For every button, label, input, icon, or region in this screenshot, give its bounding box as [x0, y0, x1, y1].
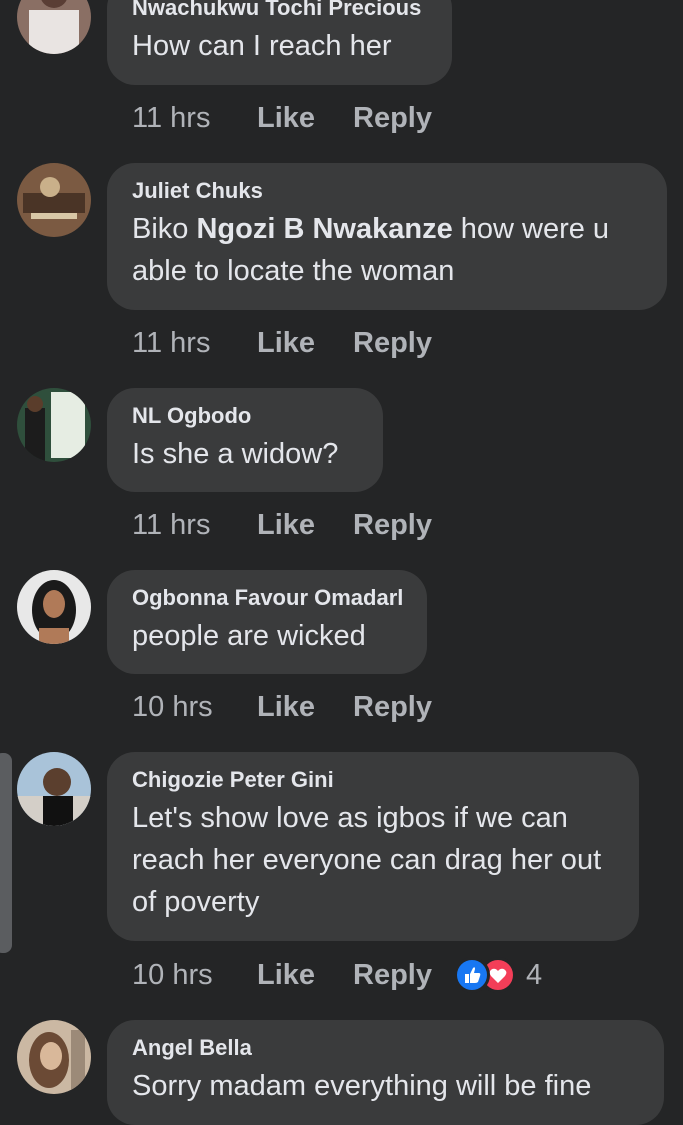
avatar[interactable] — [17, 388, 91, 462]
comment-thread: Nwachukwu Tochi Precious How can I reach… — [0, 0, 683, 1125]
avatar[interactable] — [17, 752, 91, 826]
comment-author[interactable]: NL Ogbodo — [132, 403, 357, 429]
comment-text: Is she a widow? — [132, 438, 339, 470]
comment-text: Let's show love as igbos if we can reach… — [132, 802, 602, 918]
comment-bubble: Nwachukwu Tochi Precious How can I reach… — [107, 0, 452, 85]
comment-author[interactable]: Ogbonna Favour Omadarl — [132, 585, 403, 611]
comment-bubble: NL Ogbodo Is she a widow? — [107, 388, 383, 492]
comment-text: How can I reach her — [132, 30, 392, 62]
reply-button[interactable]: Reply — [353, 102, 432, 135]
comment-author[interactable]: Angel Bella — [132, 1035, 638, 1061]
like-button[interactable]: Like — [257, 327, 353, 360]
reply-button[interactable]: Reply — [353, 327, 432, 360]
comment-bubble: Chigozie Peter Gini Let's show love as i… — [107, 752, 639, 941]
comment-timestamp[interactable]: 11 hrs — [132, 509, 257, 542]
comment-actions: 11 hrs Like Reply — [132, 323, 432, 363]
like-button[interactable]: Like — [257, 102, 353, 135]
comment-bubble: Ogbonna Favour Omadarl people are wicked — [107, 570, 427, 674]
reply-button[interactable]: Reply — [353, 509, 432, 542]
comment-actions: 10 hrs Like Reply — [132, 687, 432, 727]
comment-actions: 11 hrs Like Reply — [132, 505, 432, 545]
comment-actions: 10 hrs Like Reply 4 — [132, 955, 542, 995]
comment-timestamp[interactable]: 11 hrs — [132, 102, 257, 135]
avatar[interactable] — [17, 570, 91, 644]
comment-actions: 11 hrs Like Reply — [132, 98, 432, 138]
like-button[interactable]: Like — [257, 959, 353, 992]
reaction-summary[interactable]: 4 — [453, 957, 543, 993]
avatar[interactable] — [17, 0, 91, 54]
reply-button[interactable]: Reply — [353, 691, 432, 724]
comment-timestamp[interactable]: 11 hrs — [132, 327, 257, 360]
mention-link[interactable]: Ngozi B Nwakanze — [196, 213, 452, 245]
comment-author[interactable]: Chigozie Peter Gini — [132, 767, 613, 793]
avatar[interactable] — [17, 1020, 91, 1094]
comment-timestamp[interactable]: 10 hrs — [132, 691, 257, 724]
comment-text: Sorry madam everything will be fine — [132, 1070, 592, 1102]
comment-bubble: Juliet Chuks Biko Ngozi B Nwakanze how w… — [107, 163, 667, 310]
like-button[interactable]: Like — [257, 509, 353, 542]
reaction-count: 4 — [525, 958, 543, 991]
comment-text: people are wicked — [132, 620, 366, 652]
comment-author[interactable]: Juliet Chuks — [132, 178, 641, 204]
like-reaction-icon — [453, 957, 490, 993]
reply-button[interactable]: Reply — [353, 959, 432, 992]
scroll-indicator[interactable] — [0, 753, 12, 953]
avatar[interactable] — [17, 163, 91, 237]
like-button[interactable]: Like — [257, 691, 353, 724]
comment-author[interactable]: Nwachukwu Tochi Precious — [132, 0, 426, 21]
comment-timestamp[interactable]: 10 hrs — [132, 959, 257, 992]
comment-text: Biko Ngozi B Nwakanze how were u able to… — [132, 213, 610, 287]
comment-bubble: Angel Bella Sorry madam everything will … — [107, 1020, 664, 1125]
